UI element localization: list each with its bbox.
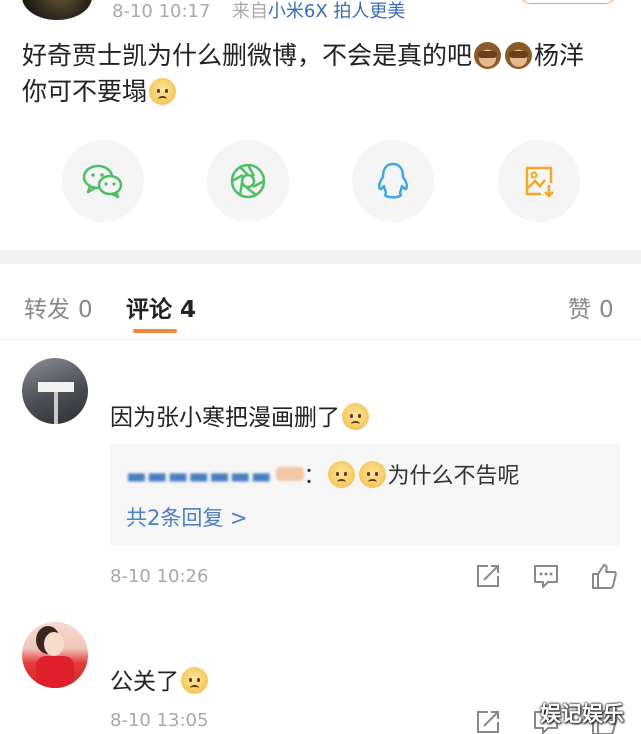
tab-repost[interactable]: 转发 0 — [24, 290, 93, 324]
grin-emoji — [181, 667, 208, 694]
post-body: 好奇贾士凯为什么删微博，不会是真的吧 杨洋 你可不要塌 — [22, 38, 622, 110]
like-icon[interactable] — [590, 562, 618, 590]
post-meta: 8-10 10:17 来自小米6X 拍人更美 — [112, 0, 405, 24]
monkey-emoji — [474, 42, 502, 69]
comment-text-body: 因为张小寒把漫画删了 — [110, 405, 340, 431]
laugh-cry-emoji — [358, 461, 386, 488]
comment-time: 8-10 10:26 — [110, 566, 209, 587]
tab-repost-count: 0 — [78, 297, 93, 323]
post-source-prefix: 来自 — [231, 1, 268, 22]
comment-text-body: 公关了 — [110, 669, 179, 695]
post-author-avatar[interactable] — [22, 0, 92, 20]
commenter-avatar[interactable] — [22, 622, 88, 688]
comment-time: 8-10 13:05 — [110, 710, 209, 731]
comment-text: 公关了 — [110, 662, 210, 696]
repost-icon[interactable] — [474, 562, 502, 590]
post-text-part1: 好奇贾士凯为什么删微博，不会是真的吧 — [22, 41, 473, 70]
reply-separator: ： — [303, 464, 326, 489]
section-divider — [0, 250, 641, 264]
monkey-emoji — [505, 42, 533, 69]
follow-button[interactable] — [520, 0, 616, 4]
reply-line: ▬▬▬▬▬▬▬ ： 为什么不告呢 — [126, 458, 520, 490]
reply-text: 为什么不告呢 — [387, 464, 520, 489]
watermark: 娱记娱乐 — [540, 702, 624, 726]
save-image-icon — [525, 166, 554, 198]
reply-preview[interactable]: ▬▬▬▬▬▬▬ ： 为什么不告呢 共2条回复 > — [110, 444, 620, 546]
avatar-sign-graphic — [38, 382, 74, 392]
comment-text: 因为张小寒把漫画删了 — [110, 398, 371, 432]
share-moments-button[interactable] — [207, 140, 289, 222]
tab-likes[interactable]: 赞0 — [568, 290, 614, 324]
share-wechat-button[interactable] — [62, 140, 144, 222]
tab-likes-count: 0 — [599, 297, 614, 323]
avatar-pole-graphic — [54, 392, 58, 424]
avatar-face-graphic — [44, 632, 64, 656]
comment-icon[interactable] — [532, 562, 560, 590]
wechat-icon — [82, 164, 123, 199]
reply-user-badge — [275, 467, 304, 481]
tab-repost-label: 转发 — [24, 297, 70, 323]
tab-likes-label: 赞 — [568, 297, 591, 323]
comment-tabs: 转发 0 评论 4 赞0 — [0, 264, 641, 340]
avatar-dress-graphic — [36, 656, 74, 688]
tab-comments-label: 评论 — [126, 297, 172, 323]
post-device-link[interactable]: 小米6X 拍人更美 — [268, 1, 406, 22]
post-time: 8-10 10:17 — [112, 1, 211, 22]
commenter-avatar[interactable] — [22, 358, 88, 424]
tab-comments-count: 4 — [180, 297, 197, 323]
laugh-cry-emoji — [342, 403, 369, 430]
tab-comments[interactable]: 评论 4 — [126, 290, 196, 324]
repost-icon[interactable] — [474, 708, 502, 734]
view-replies-link[interactable]: 共2条回复 > — [126, 502, 248, 532]
laugh-cry-emoji — [327, 461, 355, 488]
moments-icon — [230, 163, 266, 199]
share-qq-button[interactable] — [352, 140, 434, 222]
post-text-part3: 你可不要塌 — [22, 77, 148, 106]
sad-emoji — [149, 78, 177, 105]
share-row — [0, 140, 641, 224]
commenter-name-blurred[interactable] — [110, 628, 270, 642]
commenter-name-blurred[interactable] — [134, 374, 244, 388]
qq-icon — [377, 162, 409, 199]
active-tab-indicator — [133, 329, 177, 333]
reply-username-blurred[interactable]: ▬▬▬▬▬▬▬ — [126, 464, 272, 489]
post-mention: 杨洋 — [534, 41, 585, 70]
save-image-button[interactable] — [498, 140, 580, 222]
